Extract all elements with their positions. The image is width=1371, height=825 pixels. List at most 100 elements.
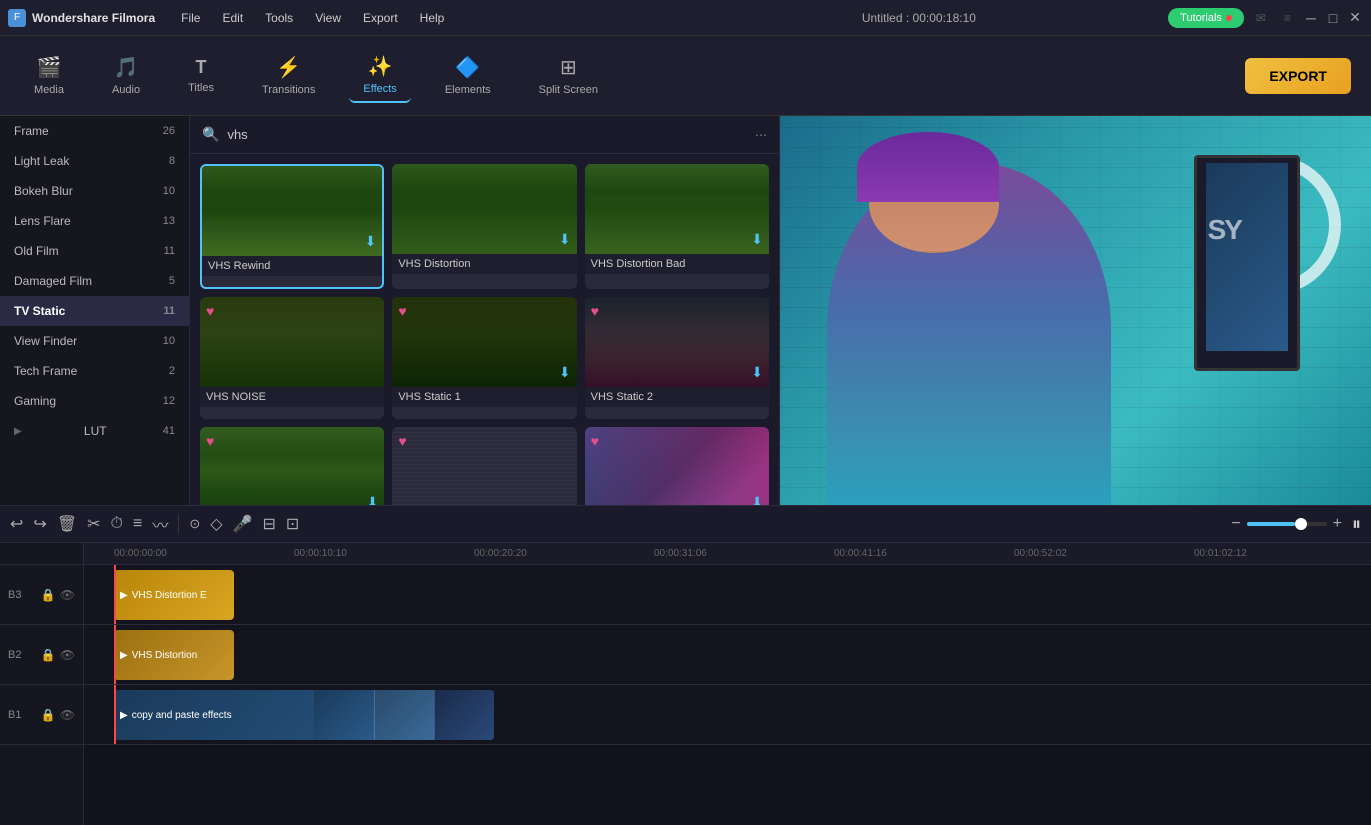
effect-card-vhs-rewind[interactable]: ⬇ VHS Rewind (200, 164, 384, 289)
heart-icon: ♥ (206, 433, 214, 449)
timeline-pause-button[interactable]: ⏸ (1352, 514, 1361, 535)
menu-file[interactable]: File (171, 7, 210, 29)
track-icons: 🔒 👁 (41, 708, 75, 722)
monitor-screen (1206, 163, 1289, 351)
track-row-b1: ▶ copy and paste effects (84, 685, 1371, 745)
media-icon: 🎬 (37, 55, 62, 80)
sidebar-item-damaged-film[interactable]: Damaged Film 5 (0, 266, 189, 296)
menu-view[interactable]: View (305, 7, 351, 29)
tutorials-button[interactable]: Tutorials (1168, 8, 1244, 28)
waveform-button[interactable]: 〰 (152, 512, 168, 536)
toolbar-elements[interactable]: 🔷 Elements (431, 49, 505, 102)
clip-tutorial-video[interactable]: ▶ copy and paste effects (114, 690, 494, 740)
sidebar-item-gaming[interactable]: Gaming 12 (0, 386, 189, 416)
titles-icon: T (196, 57, 207, 78)
keyframe-button[interactable]: ◇ (210, 514, 222, 534)
search-bar: 🔍 ⋯ (190, 116, 779, 154)
effects-panel: 🔍 ⋯ ⬇ VHS Rewind ⬇ VHS Distortion (190, 116, 780, 546)
sidebar-item-tv-static[interactable]: TV Static 11 (0, 296, 189, 326)
sidebar-item-bokeh-blur[interactable]: Bokeh Blur 10 (0, 176, 189, 206)
effect-card-vhs-noise[interactable]: ♥ VHS NOISE (200, 297, 384, 418)
zoom-slider[interactable] (1247, 522, 1327, 526)
track-icons: 🔒 👁 (41, 588, 75, 602)
subtitle-button[interactable]: ⊡ (286, 514, 299, 534)
audio-button[interactable]: 🎤 (233, 514, 253, 534)
effect-card-vhs-static-2[interactable]: ♥ ⬇ VHS Static 2 (585, 297, 769, 418)
snap-button[interactable]: ⊙ (189, 516, 200, 532)
timeline: ↩ ↪ 🗑 ✂ ⏱ ≡ 〰 ⊙ ◇ 🎤 ⊟ ⊡ − + ⏸ B3 (0, 505, 1371, 825)
effect-thumbnail: ♥ ⬇ (200, 427, 384, 517)
effects-grid: ⬇ VHS Rewind ⬇ VHS Distortion ⬇ VHS Dist… (190, 154, 779, 546)
sidebar-item-light-leak[interactable]: Light Leak 8 (0, 146, 189, 176)
ruler-tick: 00:00:00:00 (114, 548, 167, 559)
download-icon: ⬇ (559, 364, 571, 381)
clip-label: VHS Distortion E (132, 590, 207, 601)
effect-label: VHS NOISE (200, 387, 384, 407)
lock-icon[interactable]: 🔒 (41, 708, 56, 722)
settings-button[interactable]: ≡ (133, 515, 142, 533)
cut-button[interactable]: ✂ (87, 514, 100, 534)
search-input[interactable] (227, 127, 747, 142)
delete-button[interactable]: 🗑 (57, 514, 77, 534)
duration-button[interactable]: ⏱ (111, 515, 123, 533)
watermark-text: SY (1208, 214, 1241, 246)
playhead (114, 625, 116, 684)
audio-icon: 🎵 (114, 55, 139, 80)
track-label-b3: B3 🔒 👁 (0, 565, 83, 625)
sidebar-item-frame[interactable]: Frame 26 (0, 116, 189, 146)
toolbar-titles[interactable]: T Titles (174, 51, 228, 100)
zoom-thumb (1295, 518, 1307, 530)
lock-icon[interactable]: 🔒 (41, 648, 56, 662)
toolbar-media[interactable]: 🎬 Media (20, 49, 78, 102)
toolbar-split-screen[interactable]: ⊞ Split Screen (525, 49, 612, 102)
sidebar-item-lens-flare[interactable]: Lens Flare 13 (0, 206, 189, 236)
track-number: B3 (8, 589, 21, 601)
toolbar-transitions[interactable]: ⚡ Transitions (248, 49, 329, 102)
undo-button[interactable]: ↩ (10, 514, 23, 534)
menu-export[interactable]: Export (353, 7, 408, 29)
maximize-button[interactable]: □ (1325, 10, 1341, 26)
export-button[interactable]: EXPORT (1245, 58, 1351, 94)
track-button[interactable]: ⊟ (263, 514, 276, 534)
clip-vhs-distortion-effect[interactable]: ▶ VHS Distortion E (114, 570, 234, 620)
download-icon: ⬇ (751, 364, 763, 381)
eye-icon[interactable]: 👁 (60, 708, 75, 722)
effect-label: VHS Static 2 (585, 387, 769, 407)
eye-icon[interactable]: 👁 (60, 648, 75, 662)
ruler-tick: 00:00:52:02 (1014, 548, 1067, 559)
effect-card-vhs-distortion[interactable]: ⬇ VHS Distortion (392, 164, 576, 289)
redo-button[interactable]: ↪ (33, 514, 46, 534)
effect-thumbnail: ⬇ (585, 164, 769, 254)
title-bar: F Wondershare Filmora File Edit Tools Vi… (0, 0, 1371, 36)
eye-icon[interactable]: 👁 (60, 588, 75, 602)
toolbar-media-label: Media (34, 84, 64, 96)
toolbar-transitions-label: Transitions (262, 84, 315, 96)
sidebar-item-tech-frame[interactable]: Tech Frame 2 (0, 356, 189, 386)
download-icon: ⬇ (751, 231, 763, 248)
sidebar-item-lut[interactable]: ▶ LUT 41 (0, 416, 189, 446)
zoom-in-button[interactable]: + (1333, 515, 1342, 533)
more-options-icon[interactable]: ⋯ (755, 128, 767, 142)
sidebar-item-view-finder[interactable]: View Finder 10 (0, 326, 189, 356)
clip-icon: ▶ (120, 710, 128, 721)
zoom-out-button[interactable]: − (1231, 515, 1240, 533)
toolbar-effects[interactable]: ✨ Effects (349, 48, 410, 103)
track-number: B1 (8, 709, 21, 721)
toolbar-audio[interactable]: 🎵 Audio (98, 49, 154, 102)
menu-tools[interactable]: Tools (255, 7, 303, 29)
sidebar-item-old-film[interactable]: Old Film 11 (0, 236, 189, 266)
ruler-spacer (0, 543, 83, 565)
effect-thumbnail: ♥ ⬇ (585, 427, 769, 517)
clip-vhs-distortion[interactable]: ▶ VHS Distortion (114, 630, 234, 680)
effects-sidebar: Frame 26 Light Leak 8 Bokeh Blur 10 Lens… (0, 116, 190, 546)
lock-icon[interactable]: 🔒 (41, 588, 56, 602)
track-label-b1: B1 🔒 👁 (0, 685, 83, 745)
effect-card-vhs-distortion-bad[interactable]: ⬇ VHS Distortion Bad (585, 164, 769, 289)
menu-help[interactable]: Help (410, 7, 455, 29)
effect-card-vhs-static-1[interactable]: ♥ ⬇ VHS Static 1 (392, 297, 576, 418)
menu-edit[interactable]: Edit (212, 7, 253, 29)
download-icon: ⬇ (559, 231, 571, 248)
minimize-button[interactable]: ─ (1303, 10, 1319, 26)
toolbar-effects-label: Effects (363, 83, 396, 95)
close-button[interactable]: ✕ (1347, 10, 1363, 26)
